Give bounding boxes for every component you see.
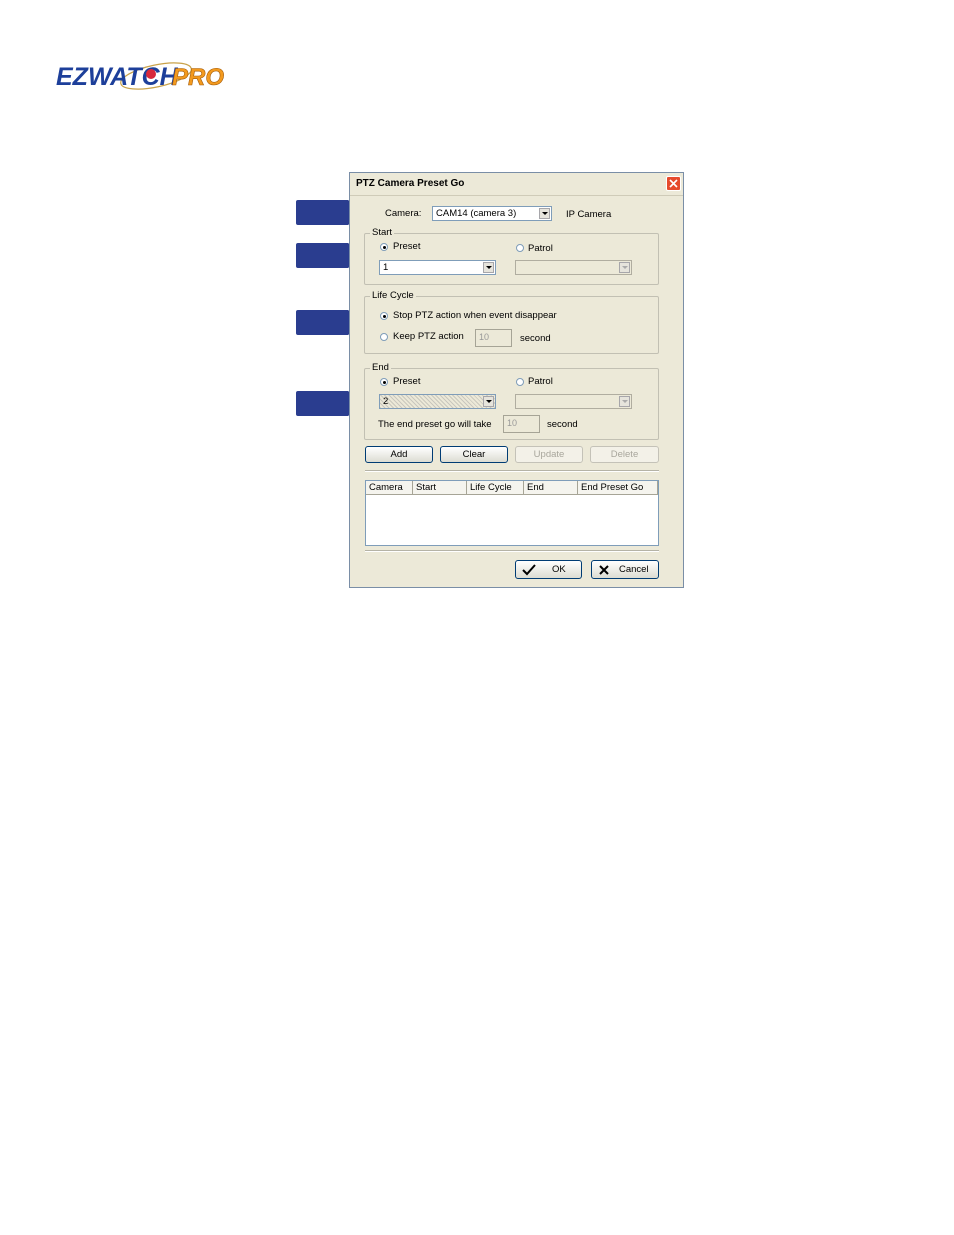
end-preset-value: 2 [383,396,389,407]
close-button[interactable] [666,176,681,191]
update-button[interactable]: Update [515,446,583,463]
start-preset-label: Preset [393,241,421,252]
cancel-label: Cancel [619,564,649,575]
column-header-end-preset-go[interactable]: End Preset Go [578,481,658,495]
cross-icon [599,565,609,575]
camera-select[interactable]: CAM14 (camera 3) [432,206,552,221]
end-take-input[interactable]: 10 [503,415,540,433]
chevron-down-icon[interactable] [619,262,630,273]
chevron-down-icon[interactable] [539,208,550,219]
close-icon [669,179,678,188]
ok-button[interactable]: OK [515,560,582,579]
life-cycle-keep-label: Keep PTZ action [393,331,464,342]
ezwatch-pro-logo: EZWATCH PRO [56,58,226,94]
add-button[interactable]: Add [365,446,433,463]
end-preset-select[interactable]: 2 [379,394,496,409]
life-cycle-keep-radio[interactable] [380,333,388,341]
keep-duration-unit: second [520,333,551,344]
title-bar: PTZ Camera Preset Go [350,173,683,196]
start-patrol-select[interactable] [515,260,632,275]
life-cycle-stop-label: Stop PTZ action when event disappear [393,310,557,321]
cancel-button[interactable]: Cancel [591,560,659,579]
dialog-title: PTZ Camera Preset Go [356,178,465,189]
column-header-start[interactable]: Start [413,481,467,495]
column-header-life-cycle[interactable]: Life Cycle [467,481,524,495]
divider [365,550,659,552]
start-patrol-label: Patrol [528,243,553,254]
camera-type-label: IP Camera [566,209,612,220]
keep-duration-input[interactable]: 10 [475,329,512,347]
start-preset-select[interactable]: 1 [379,260,496,275]
life-cycle-stop-radio[interactable] [380,312,388,320]
svg-text:EZWATCH: EZWATCH [56,63,179,91]
end-patrol-radio[interactable] [516,378,524,386]
end-preset-label: Preset [393,376,421,387]
start-preset-radio[interactable] [380,243,388,251]
svg-text:PRO: PRO [172,64,224,91]
chevron-down-icon[interactable] [619,396,630,407]
keep-duration-value: 10 [479,332,490,342]
preset-go-table[interactable]: Camera Start Life Cycle End End Preset G… [365,480,659,546]
end-preset-radio[interactable] [380,378,388,386]
life-cycle-legend: Life Cycle [370,290,416,301]
column-header-camera[interactable]: Camera [366,481,413,495]
divider [365,470,659,472]
column-header-end[interactable]: End [524,481,578,495]
camera-label: Camera: [385,208,422,219]
ok-label: OK [552,564,566,575]
end-patrol-label: Patrol [528,376,553,387]
start-patrol-radio[interactable] [516,244,524,252]
camera-select-value: CAM14 (camera 3) [436,208,517,219]
chevron-down-icon[interactable] [483,396,494,407]
clear-button[interactable]: Clear [440,446,508,463]
chevron-down-icon[interactable] [483,262,494,273]
end-take-unit: second [547,419,578,430]
end-take-value: 10 [507,418,518,428]
ptz-camera-preset-go-dialog: PTZ Camera Preset Go Camera: CAM14 (came… [349,172,684,588]
start-preset-value: 1 [383,262,389,273]
start-legend: Start [370,227,395,238]
delete-button[interactable]: Delete [590,446,659,463]
end-patrol-select[interactable] [515,394,632,409]
end-legend: End [370,362,391,373]
checkmark-icon [522,564,536,576]
end-take-label: The end preset go will take [378,419,492,430]
